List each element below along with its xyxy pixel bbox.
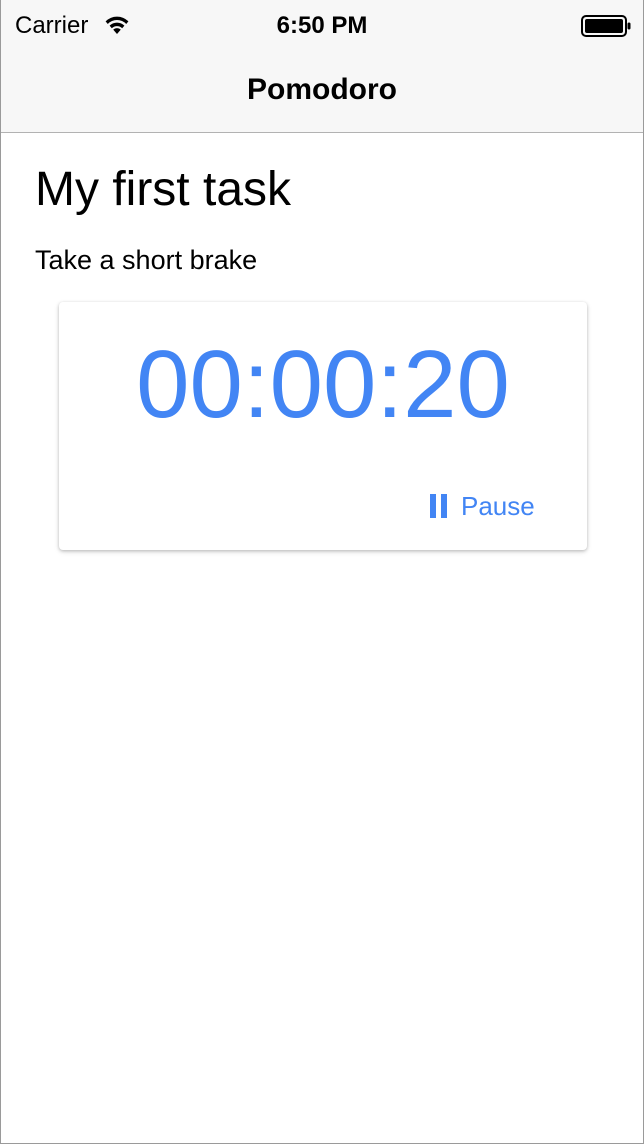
timer-display: 00:00:20 [136,331,510,438]
status-time: 6:50 PM [276,12,368,39]
app-screen: Carrier 6:50 PM Pomodoro My first task T… [0,0,644,1144]
timer-card: 00:00:20 Pause [59,302,587,550]
nav-title: Pomodoro [247,73,397,106]
task-title: My first task [35,163,292,216]
status-bar: Carrier 6:50 PM [1,0,643,40]
pause-button-label: Pause [461,491,535,521]
pause-icon [429,494,449,518]
task-subtitle: Take a short brake [35,245,258,275]
battery-full-icon [581,15,631,37]
pause-button[interactable]: Pause [425,486,539,526]
top-chrome: Carrier 6:50 PM Pomodoro [1,0,643,133]
